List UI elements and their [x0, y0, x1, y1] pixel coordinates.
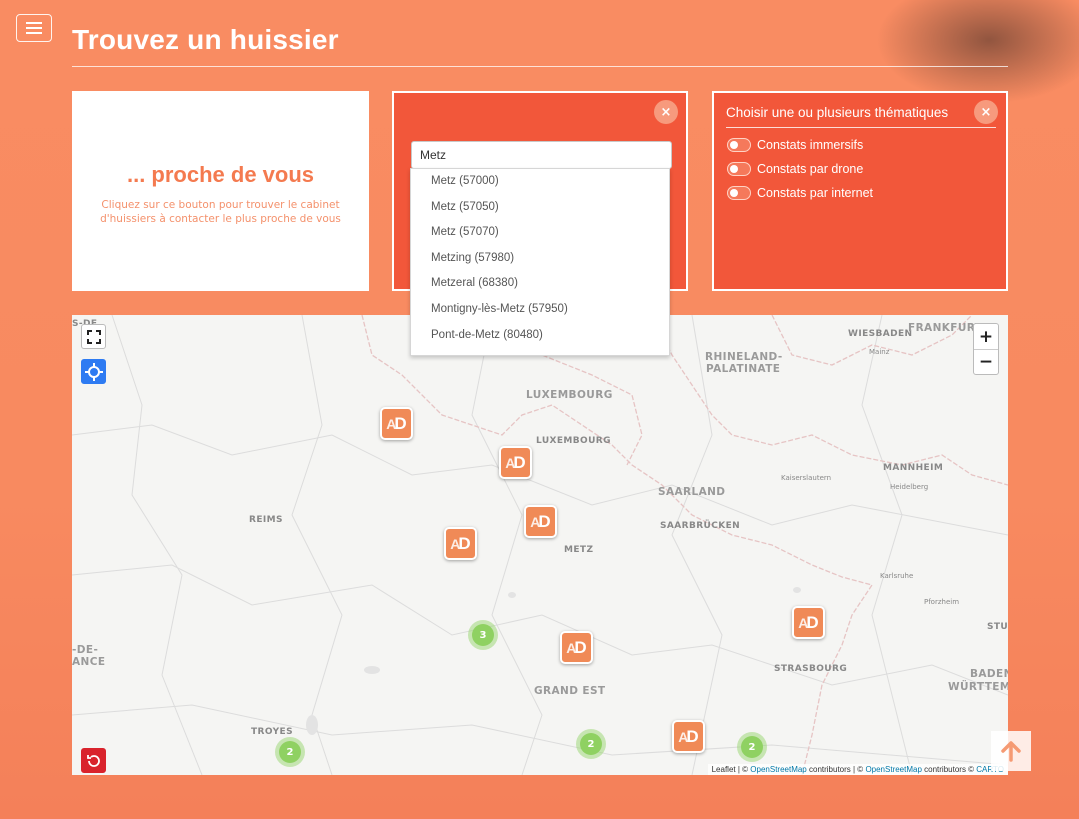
suggestion-item[interactable]: Metzeral (68380) — [411, 271, 669, 297]
hamburger-icon — [26, 22, 42, 24]
title-divider — [72, 66, 1008, 67]
marker-cluster[interactable]: 2 — [576, 729, 606, 759]
office-marker[interactable]: AD — [444, 527, 477, 560]
map-label-grand-est: GRAND EST — [534, 685, 606, 697]
map-label-karlsruhe: Karlsruhe — [880, 572, 914, 580]
office-marker[interactable]: AD — [499, 446, 532, 479]
map-label-saarbrucken: SAARBRÜCKEN — [660, 521, 741, 531]
marker-cluster[interactable]: 2 — [275, 737, 305, 767]
map-label-de: -DE- — [72, 644, 99, 656]
toggle-switch[interactable] — [727, 138, 751, 152]
osm-link[interactable]: OpenStreetMap — [750, 765, 806, 774]
map-label-palatinate: PALATINATE — [706, 363, 781, 375]
map-label-troyes: TROYES — [251, 727, 293, 737]
menu-button[interactable] — [16, 14, 52, 42]
themes-title: Choisir une ou plusieurs thématiques — [726, 105, 949, 120]
map-label-baden: BADEN — [970, 668, 1008, 680]
map-label-mainz: Mainz — [869, 348, 890, 356]
arrow-up-icon — [1001, 741, 1021, 762]
near-me-description: Cliquez sur ce bouton pour trouver le ca… — [100, 199, 341, 225]
map-label-reims: REIMS — [249, 515, 283, 525]
suggestion-item[interactable]: Metzing (57980) — [411, 246, 669, 272]
page-title: Trouvez un huissier — [72, 24, 339, 55]
map-label-mannheim: MANNHEIM — [883, 463, 944, 473]
fullscreen-icon[interactable] — [81, 324, 106, 349]
suggestion-item[interactable]: Montigny-lès-Metz (57950) — [411, 297, 669, 323]
theme-option-label: Constats par drone — [757, 162, 864, 176]
office-marker[interactable]: AD — [380, 407, 413, 440]
city-suggestions-dropdown: Metz (57000) Metz (57050) Metz (57070) M… — [410, 168, 670, 356]
office-marker[interactable]: AD — [792, 606, 825, 639]
theme-option[interactable]: Constats immersifs — [727, 138, 863, 152]
office-marker[interactable]: AD — [560, 631, 593, 664]
map[interactable]: S-DE WIESBADEN FRANKFURT Mainz RHINELAND… — [72, 315, 1008, 775]
locate-icon[interactable] — [81, 359, 106, 384]
map-label-ance: ANCE — [72, 656, 106, 668]
map-label-rhineland: RHINELAND- — [705, 351, 783, 363]
close-icon[interactable]: × — [974, 100, 998, 124]
themes-divider — [726, 127, 996, 128]
map-label-stu: STU — [987, 622, 1008, 632]
toggle-switch[interactable] — [727, 186, 751, 200]
map-label-frankfurt: FRANKFURT — [908, 322, 983, 334]
map-label-luxembourg-city: LUXEMBOURG — [536, 436, 611, 446]
theme-option-label: Constats par internet — [757, 186, 874, 200]
marker-cluster[interactable]: 3 — [468, 620, 498, 650]
map-label-metz: METZ — [564, 545, 594, 555]
near-me-title: ... proche de vous — [126, 162, 315, 187]
suggestion-item[interactable]: Metz (57050) — [411, 195, 669, 221]
toggle-switch[interactable] — [727, 162, 751, 176]
themes-card: Choisir une ou plusieurs thématiques × C… — [712, 91, 1008, 291]
theme-option[interactable]: Constats par internet — [727, 186, 873, 200]
map-label-wiesbaden: WIESBADEN — [848, 329, 913, 339]
map-label-saarland: SAARLAND — [658, 486, 726, 498]
map-base-layer — [72, 315, 1008, 775]
reset-icon[interactable] — [81, 748, 106, 773]
map-label-luxembourg-region: LUXEMBOURG — [526, 389, 613, 401]
map-label-wurttem: WÜRTTEM — [948, 681, 1008, 693]
zoom-out-button[interactable]: − — [974, 349, 998, 374]
map-label-pforzheim: Pforzheim — [924, 598, 960, 606]
map-label-strasbourg: STRASBOURG — [774, 664, 848, 674]
theme-option[interactable]: Constats par drone — [727, 162, 863, 176]
map-label-kaiserslautern: Kaiserslautern — [781, 474, 832, 482]
theme-option-label: Constats immersifs — [757, 138, 864, 152]
suggestion-item[interactable]: Metz (57070) — [411, 220, 669, 246]
marker-cluster[interactable]: 2 — [737, 732, 767, 762]
close-icon[interactable]: × — [654, 100, 678, 124]
osm-link[interactable]: OpenStreetMap — [865, 765, 921, 774]
city-search-input[interactable] — [411, 141, 672, 169]
scroll-top-button[interactable] — [991, 731, 1031, 771]
suggestion-item[interactable]: Pont-de-Metz (80480) — [411, 323, 669, 349]
zoom-control: + − — [973, 323, 999, 375]
map-attribution: Leaflet | © OpenStreetMap contributors |… — [707, 764, 1008, 775]
suggestion-item[interactable]: Metz (57000) — [411, 169, 669, 195]
office-marker[interactable]: AD — [524, 505, 557, 538]
near-me-card[interactable]: ... proche de vous Cliquez sur ce bouton… — [72, 91, 369, 291]
zoom-in-button[interactable]: + — [974, 324, 998, 349]
office-marker[interactable]: AD — [672, 720, 705, 753]
map-label-heidelberg: Heidelberg — [890, 483, 929, 491]
